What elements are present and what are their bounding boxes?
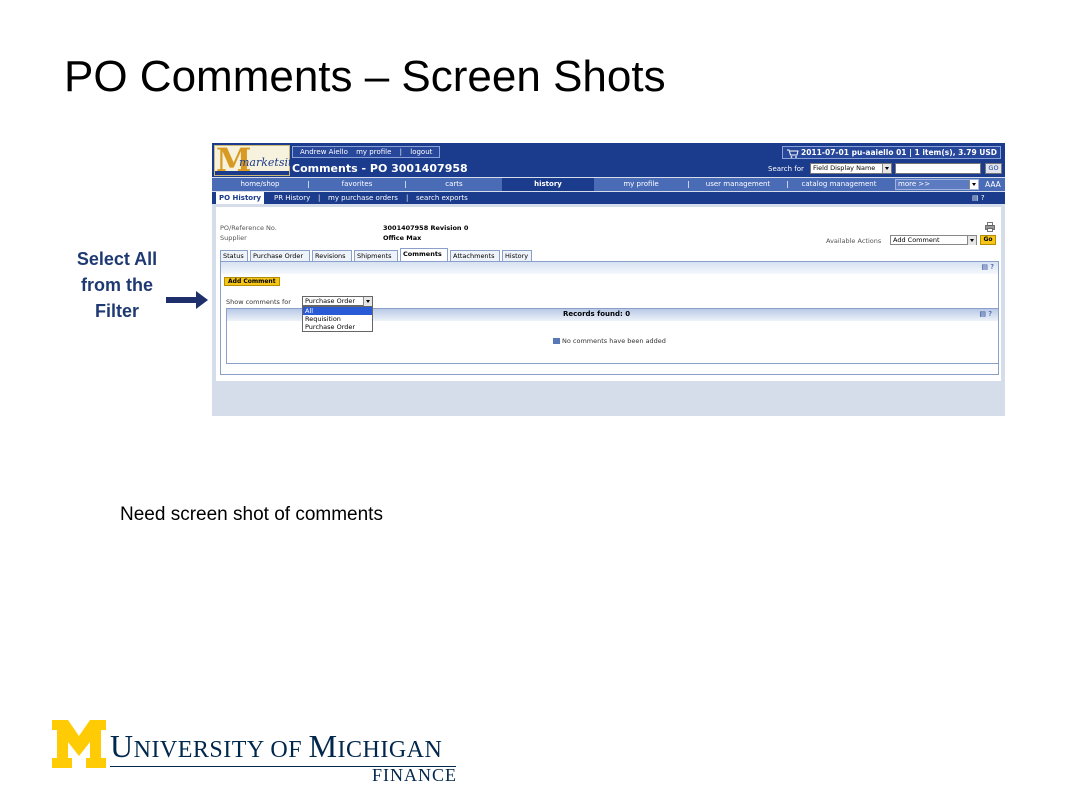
nav-item-carts[interactable]: carts [406,178,502,191]
tab-shipments[interactable]: Shipments [354,250,398,261]
help-icon[interactable]: ? [990,263,994,271]
wordmark-niversity: NIVERSITY OF [133,737,309,763]
page-icon[interactable]: ▤ [979,310,986,318]
slide-note: Need screen shot of comments [120,504,383,525]
um-wordmark: UNIVERSITY OF MICHIGAN [110,728,442,765]
user-links: Andrew Aiello my profile | logout [292,146,441,158]
nav-item-catalog-management[interactable]: catalog management [788,178,890,191]
page-icon[interactable]: ▤ [972,194,979,202]
callout-line: Select All [76,249,158,269]
marketsite-logo[interactable]: M marketsite [214,143,299,178]
search-field-value: Field Display Name [813,164,876,172]
tab-comments[interactable]: Comments [400,248,448,261]
available-actions-value: Add Comment [893,236,940,244]
print-icon[interactable] [985,222,995,232]
sub-nav-my-purchase-orders[interactable]: my purchase orders [328,192,398,204]
sub-nav-pr-history[interactable]: PR History [274,192,310,204]
sub-nav-po-history[interactable]: PO History [216,192,265,204]
main-nav: home/shop favorites carts history my pro… [212,178,1005,191]
page-icon[interactable]: ▤ [981,263,988,271]
chevron-down-icon [967,236,976,245]
nav-more-select[interactable]: more >> [895,179,979,190]
callout-text: Select All from the Filter [62,246,172,324]
available-actions-label: Available Actions [826,237,882,245]
chevron-down-icon [969,180,978,189]
panel-toolbar: ▤ ? [221,262,998,274]
content-area: PO/Reference No. 3001407958 Revision 0 S… [216,207,1001,381]
available-actions-select[interactable]: Add Comment [890,235,977,245]
chevron-down-icon [363,297,372,306]
panel-icons: ▤ ? [981,263,994,271]
search-field-select[interactable]: Field Display Name [810,163,892,174]
page-heading: Comments - PO 3001407958 [292,162,468,175]
app-screenshot: M marketsite Andrew Aiello my profile | … [212,143,1005,416]
add-comment-button[interactable]: Add Comment [224,277,280,286]
um-finance-logo: UNIVERSITY OF MICHIGAN FINANCE [52,718,462,785]
cart-summary[interactable]: 2011-07-01 pu-aaiello 01 | 1 item(s), 3.… [782,146,1001,159]
nav-item-my-profile[interactable]: my profile [594,178,688,191]
search-input[interactable] [895,163,981,174]
option-purchase-order[interactable]: Purchase Order [303,323,372,331]
wordmark-u: U [110,728,134,764]
logout-link[interactable]: logout [410,148,432,156]
font-size-control[interactable]: AAA [985,178,1001,191]
chevron-down-icon [882,164,891,173]
comment-icon [553,338,560,344]
tab-purchase-order[interactable]: Purchase Order [250,250,310,261]
actions-go-button[interactable]: Go [980,235,996,245]
user-name-link[interactable]: Andrew Aiello [300,148,348,156]
sub-nav-separator: | [318,194,321,202]
callout-line: from the [81,275,153,295]
supplier-label: Supplier [220,234,247,242]
callout-line: Filter [94,301,139,321]
search-label: Search for [768,165,804,173]
nav-item-history[interactable]: history [502,178,594,191]
show-comments-value: Purchase Order [305,297,356,305]
nav-item-favorites[interactable]: favorites [309,178,405,191]
help-icon[interactable]: ? [981,194,985,202]
no-comments-message: No comments have been added [553,337,666,345]
option-all[interactable]: All [303,307,372,315]
tab-history[interactable]: History [502,250,532,261]
user-links-separator: | [399,148,403,156]
logo-text: marketsite [239,156,299,169]
po-ref-value: 3001407958 Revision 0 [383,224,469,232]
po-ref-label: PO/Reference No. [220,224,277,232]
sub-nav: PO History PR History | my purchase orde… [212,192,1005,204]
app-header: M marketsite Andrew Aiello my profile | … [212,143,1005,178]
search-go-button[interactable]: GO [985,163,1002,174]
my-profile-link[interactable]: my profile [356,148,391,156]
block-m-logo-icon [52,720,106,768]
slide-title: PO Comments – Screen Shots [64,52,666,101]
show-comments-options: All Requisition Purchase Order [302,306,373,332]
option-requisition[interactable]: Requisition [303,315,372,323]
um-finance-label: FINANCE [372,765,458,785]
cart-icon [787,149,799,158]
comments-panel: ▤ ? Add Comment Show comments for Record… [220,261,999,375]
supplier-value: Office Max [383,234,422,242]
show-comments-select[interactable]: Purchase Order [302,296,373,306]
logo-bar [215,171,289,175]
tab-attachments[interactable]: Attachments [450,250,500,261]
tab-revisions[interactable]: Revisions [312,250,352,261]
records-found: Records found: 0 [563,310,631,318]
cart-summary-text: 2011-07-01 pu-aaiello 01 | 1 item(s), 3.… [801,148,997,157]
sub-nav-search-exports[interactable]: search exports [416,192,468,204]
help-icon[interactable]: ? [988,310,992,318]
wordmark-ichigan: ICHIGAN [337,737,443,763]
wordmark-m: M [308,728,338,764]
nav-item-user-management[interactable]: user management [689,178,787,191]
sub-nav-icons: ▤ ? [972,192,985,204]
callout-arrow-icon [166,291,208,309]
nav-item-home-shop[interactable]: home/shop [212,178,308,191]
show-comments-label: Show comments for [226,298,291,306]
tab-status[interactable]: Status [220,250,248,261]
no-comments-text: No comments have been added [562,337,666,345]
sub-nav-separator: | [406,194,409,202]
nav-more-label: more >> [898,180,931,188]
records-icons: ▤ ? [979,310,992,318]
